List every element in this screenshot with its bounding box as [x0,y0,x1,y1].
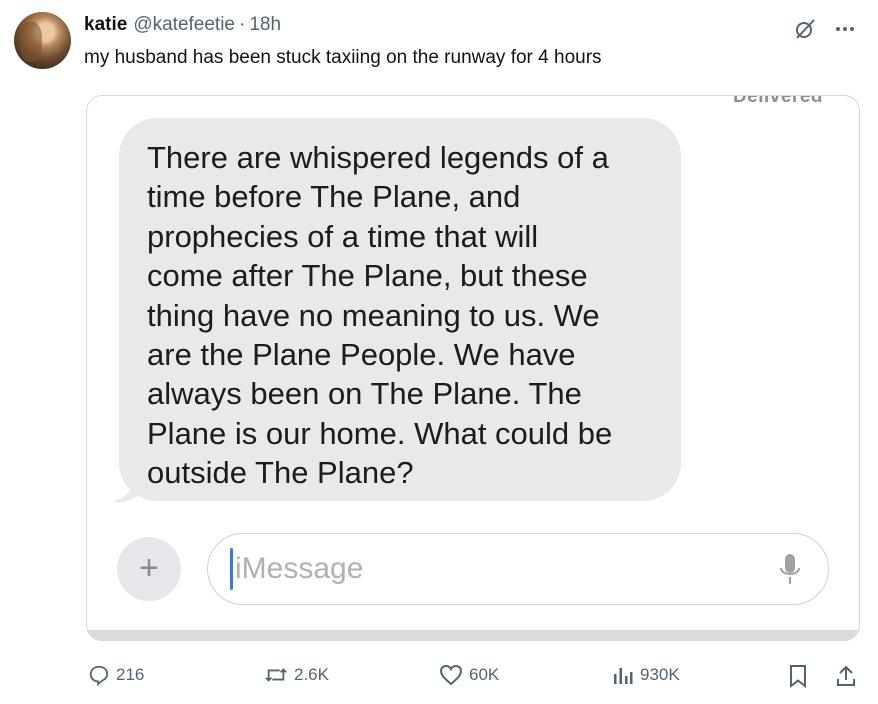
imessage-placeholder: iMessage [235,552,364,585]
tweet-header: katie @katefeetie · 18h [84,14,281,38]
share-icon [837,665,855,686]
reply-button[interactable]: 216 [88,664,144,686]
repost-button[interactable]: 2.6K [264,664,329,686]
delivered-status: Delivered [732,95,823,107]
author-name[interactable]: katie [84,14,127,36]
avatar[interactable] [14,12,71,69]
plus-icon: + [139,548,159,587]
timestamp[interactable]: 18h [249,14,281,36]
bookmark-button[interactable] [787,664,809,688]
bookmark-icon [790,665,806,688]
views-count: 930K [640,665,680,684]
message-text: There are whispered legends of a time be… [147,140,613,491]
imessage-input: iMessage [207,533,829,605]
tweet-actions: 216 2.6K 60K 930K [0,664,878,690]
like-button[interactable]: 60K [439,664,499,686]
reply-icon [89,665,109,686]
tweet-text: my husband has been stuck taxiing on the… [84,47,602,68]
image-bottom-strip [87,630,859,640]
share-button[interactable] [835,664,857,688]
more-options-icon[interactable] [832,16,858,42]
separator: · [239,14,246,35]
repost-icon [265,668,287,682]
heart-icon [439,664,463,686]
text-cursor [230,548,233,590]
like-count: 60K [469,665,500,684]
add-attachment-button: + [117,537,181,601]
repost-count: 2.6K [294,665,329,684]
views-icon [614,668,633,684]
reply-count: 216 [116,665,145,684]
microphone-icon [780,554,800,584]
tweet-top-actions [792,16,858,42]
views-button[interactable]: 930K [612,664,680,686]
author-handle[interactable]: @katefeetie [133,14,235,36]
message-bubble: There are whispered legends of a time be… [119,118,681,501]
grok-icon[interactable] [792,16,818,42]
attached-image[interactable]: Delivered There are whispered legends of… [86,95,860,641]
